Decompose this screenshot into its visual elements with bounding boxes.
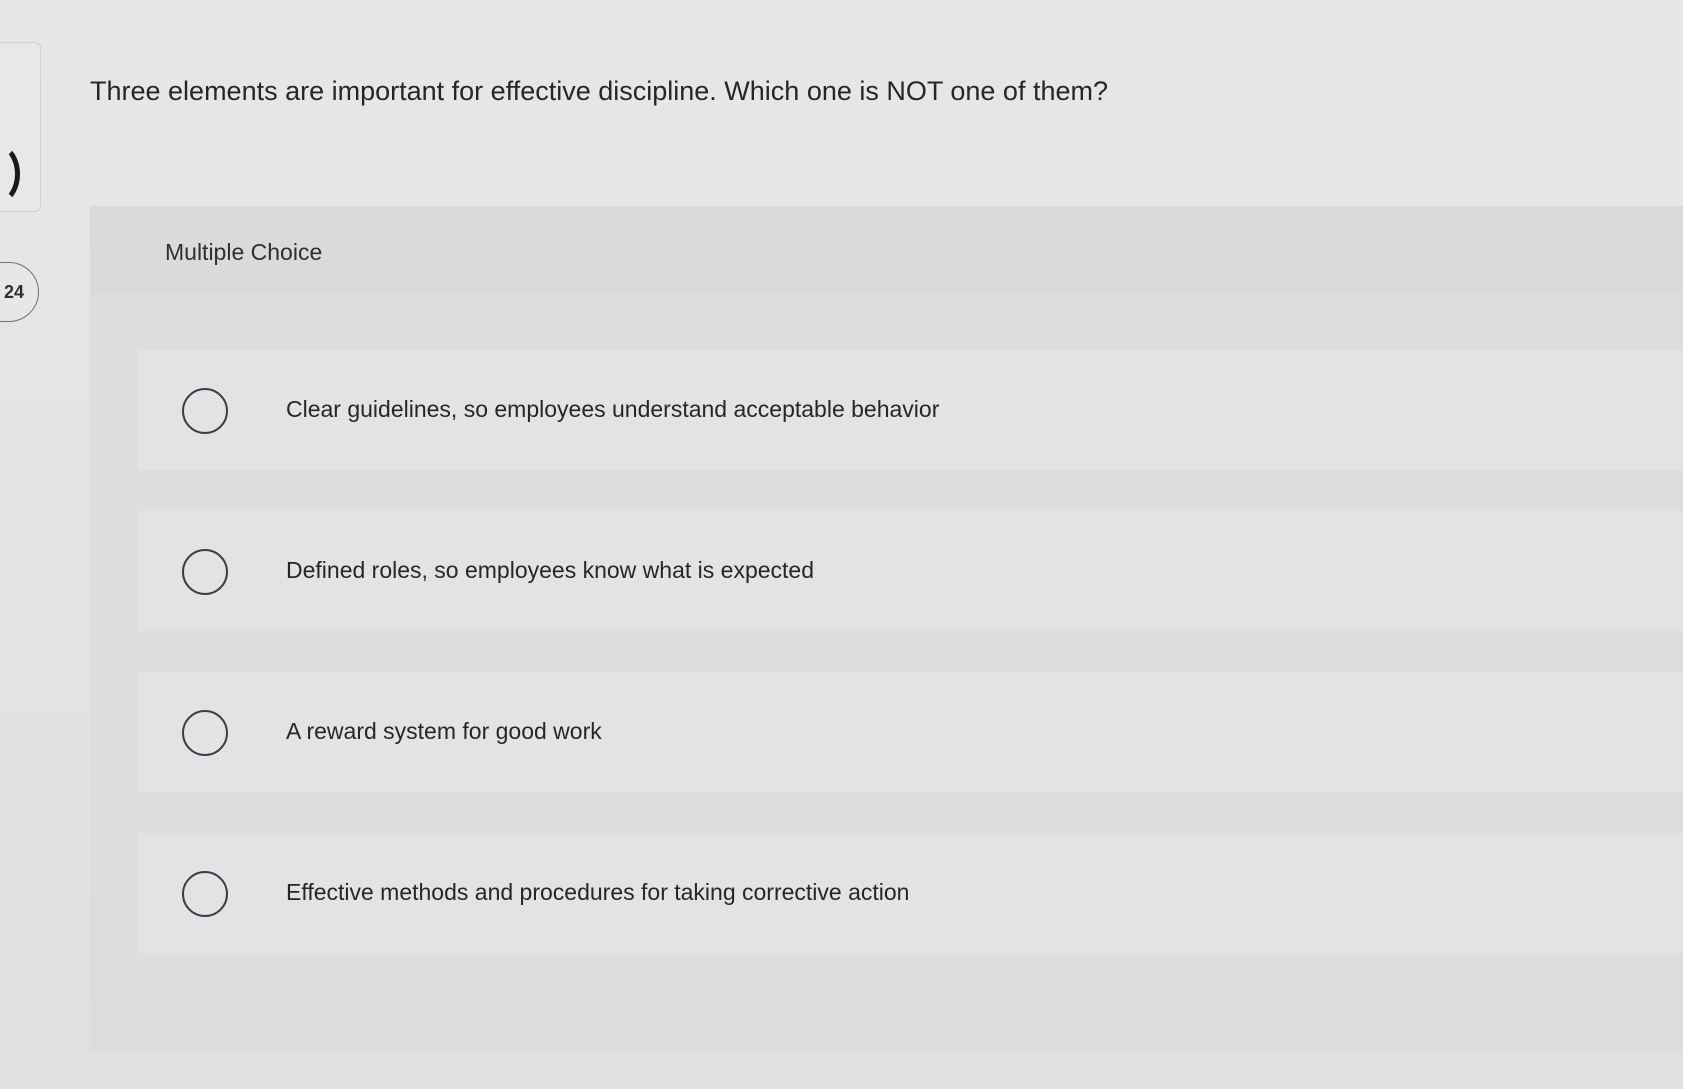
question-type-label: Multiple Choice [165, 239, 323, 265]
answer-option-label-2[interactable]: Defined roles, so employees know what is… [286, 557, 814, 584]
answer-panel-header: Multiple Choice [90, 206, 1683, 294]
question-number-label: 24 [3, 281, 25, 302]
answer-option-3[interactable]: A reward system for good work [138, 672, 1683, 792]
question-number-badge[interactable]: 24 [0, 262, 39, 322]
question-nav-rail[interactable] [0, 42, 41, 212]
radio-button-2[interactable] [182, 549, 228, 595]
answer-option-label-4[interactable]: Effective methods and procedures for tak… [286, 879, 909, 906]
answer-option-label-3[interactable]: A reward system for good work [286, 718, 602, 745]
radio-button-3[interactable] [182, 710, 228, 756]
answer-option-1[interactable]: Clear guidelines, so employees understan… [138, 350, 1683, 470]
answer-option-label-1[interactable]: Clear guidelines, so employees understan… [286, 396, 939, 423]
answer-option-4[interactable]: Effective methods and procedures for tak… [138, 833, 1683, 953]
radio-button-4[interactable] [182, 871, 228, 917]
radio-button-1[interactable] [182, 388, 228, 434]
question-prompt: Three elements are important for effecti… [90, 76, 1108, 106]
progress-ring-icon [0, 143, 20, 205]
quiz-page: 24 Three elements are important for effe… [0, 0, 1683, 1089]
answer-option-2[interactable]: Defined roles, so employees know what is… [138, 511, 1683, 631]
answer-panel: Multiple Choice Clear guidelines, so emp… [90, 206, 1683, 1051]
